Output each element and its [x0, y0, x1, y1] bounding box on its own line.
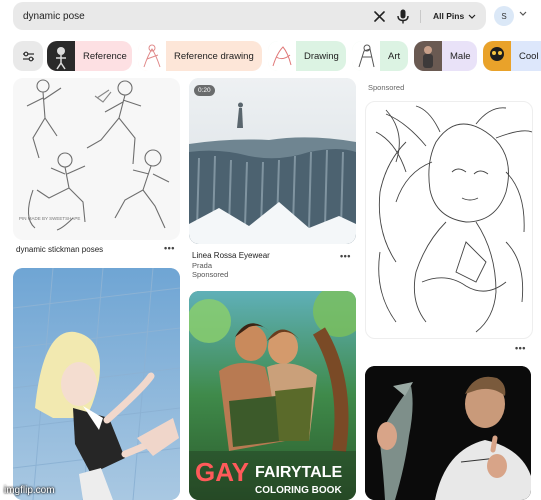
pin-cosplay-photo[interactable] — [13, 268, 180, 500]
cosplay-image — [13, 268, 180, 500]
avatar[interactable]: S — [494, 6, 514, 26]
microphone-icon[interactable] — [395, 8, 411, 24]
sponsored-label: Sponsored — [192, 270, 229, 279]
chip-art[interactable]: Art — [352, 41, 408, 71]
cover-title-gay: GAY — [195, 457, 249, 487]
pin-title: dynamic stickman poses — [16, 245, 104, 254]
chip-label: Cool — [519, 50, 539, 62]
pin-coloring-book[interactable]: GAY FAIRYTALE COLORING BOOK — [189, 291, 356, 500]
chip-label: Male — [450, 50, 471, 62]
watermark: imgflip.com — [4, 485, 55, 496]
chip-label: Art — [388, 50, 401, 62]
chip-drawing[interactable]: Drawing — [268, 41, 346, 71]
pin-glacier-video[interactable] — [189, 78, 356, 244]
stickman-illustration: PIN MADE BY SWEETSHAPE — [19, 79, 170, 231]
search-input[interactable] — [23, 8, 363, 24]
fish-photo-image — [365, 366, 531, 500]
video-duration-badge: 0:20 — [194, 85, 215, 96]
sponsored-label: Sponsored — [368, 83, 405, 92]
pin-stickman-poses[interactable]: PIN MADE BY SWEETSHAPE — [13, 78, 180, 240]
chip-cool[interactable]: Cool — [483, 41, 541, 71]
coloring-book-cover: GAY FAIRYTALE COLORING BOOK — [189, 291, 356, 500]
pin-title: Linea Rossa Eyewear — [192, 251, 270, 260]
chip-thumbnail — [483, 41, 511, 71]
more-options-icon[interactable]: ••• — [340, 251, 351, 261]
scope-label: All Pins — [433, 11, 465, 21]
pin-anime-sketch[interactable] — [365, 101, 533, 339]
pin-fish-photo[interactable] — [365, 366, 531, 500]
pin-brand: Prada — [192, 261, 213, 270]
chip-reference[interactable]: Reference — [47, 41, 132, 71]
chip-label: Drawing — [304, 50, 339, 62]
more-options-icon[interactable]: ••• — [164, 243, 175, 253]
chip-thumbnail — [47, 41, 75, 71]
close-icon[interactable] — [372, 9, 386, 23]
chip-thumbnail — [352, 41, 380, 71]
search-bar[interactable]: All Pins — [13, 2, 486, 30]
cover-title-fairytale: FAIRYTALE — [255, 464, 342, 481]
suggestion-chips: Reference Reference drawing Drawing Art … — [0, 41, 541, 71]
art-credit: PIN MADE BY SWEETSHAPE — [19, 216, 80, 221]
chip-thumbnail — [268, 41, 296, 71]
chip-label: Reference — [83, 50, 127, 62]
avatar-initial: S — [501, 11, 507, 21]
glacier-image — [189, 78, 356, 244]
filter-icon[interactable] — [13, 41, 43, 71]
chip-label: Reference drawing — [174, 50, 254, 62]
chevron-down-icon[interactable] — [519, 11, 527, 16]
cover-subtitle: COLORING BOOK — [255, 485, 342, 496]
chip-thumbnail — [138, 41, 166, 71]
top-bar: All Pins S — [0, 0, 541, 34]
search-divider — [420, 10, 421, 23]
chip-reference-drawing[interactable]: Reference drawing — [138, 41, 262, 71]
anime-sketch-image — [375, 105, 532, 333]
more-options-icon[interactable]: ••• — [515, 343, 526, 353]
chip-male[interactable]: Male — [414, 41, 477, 71]
scope-dropdown[interactable]: All Pins — [433, 8, 476, 24]
chip-thumbnail — [414, 41, 442, 71]
chevron-down-icon — [468, 14, 476, 19]
